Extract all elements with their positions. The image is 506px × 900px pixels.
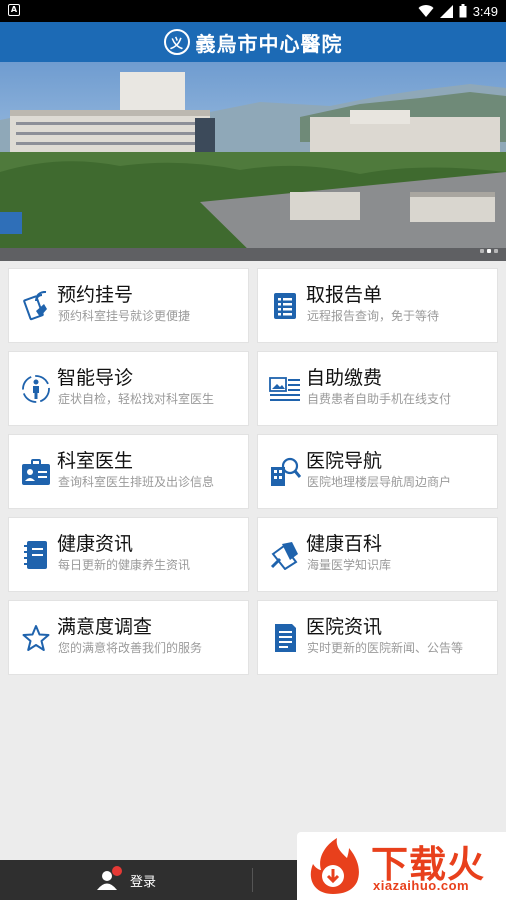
service-title: 医院资讯 xyxy=(306,616,383,638)
hospital-logo-icon: 义 xyxy=(163,29,190,55)
status-icons: 3:49 xyxy=(418,0,498,22)
service-subtitle: 预约科室挂号就诊更便捷 xyxy=(58,309,191,323)
service-survey[interactable]: 满意度调查 您的满意将改善我们的服务 xyxy=(8,600,249,675)
status-bar: A 3:49 xyxy=(0,0,506,22)
star-icon xyxy=(19,621,53,655)
service-smart-guide[interactable]: 智能导诊 症状自检，轻松找对科室医生 xyxy=(8,351,249,426)
service-hospital-news[interactable]: 医院资讯 实时更新的医院新闻、公告等 xyxy=(257,600,498,675)
notebook-icon xyxy=(19,538,53,572)
service-title: 健康百科 xyxy=(306,533,383,555)
service-title: 医院导航 xyxy=(306,450,383,472)
wifi-icon xyxy=(418,4,434,17)
service-navigation[interactable]: 医院导航 医院地理楼层导航周边商户 xyxy=(257,434,498,509)
service-title: 科室医生 xyxy=(57,450,134,472)
notification-icon: A xyxy=(8,4,20,16)
service-title: 满意度调查 xyxy=(57,616,153,638)
doctor-badge-icon xyxy=(19,455,53,489)
service-title: 智能导诊 xyxy=(57,367,134,389)
user-icon xyxy=(96,866,122,891)
carousel-dot-active xyxy=(487,249,491,253)
battery-icon xyxy=(459,4,467,18)
hospital-photo xyxy=(0,62,506,261)
news-icon xyxy=(268,621,302,655)
flame-logo-icon xyxy=(310,838,359,894)
login-button[interactable]: 登录 xyxy=(0,860,252,900)
service-doctors[interactable]: 科室医生 查询科室医生排班及出诊信息 xyxy=(8,434,249,509)
building-search-icon xyxy=(268,455,302,489)
service-appointment[interactable]: 预约挂号 预约科室挂号就诊更便捷 xyxy=(8,268,249,343)
carousel-dot xyxy=(480,249,484,253)
service-title: 自助缴费 xyxy=(306,367,383,389)
service-self-pay[interactable]: 自助缴费 自费患者自助手机在线支付 xyxy=(257,351,498,426)
banner-carousel[interactable] xyxy=(0,62,506,261)
login-label: 登录 xyxy=(129,874,156,890)
service-title: 预约挂号 xyxy=(57,284,134,306)
page-title: 義烏市中心醫院 xyxy=(195,31,343,56)
app-header: 义 義烏市中心醫院 xyxy=(0,22,506,62)
service-health-news[interactable]: 健康资讯 每日更新的健康养生资讯 xyxy=(8,517,249,592)
service-subtitle: 症状自检，轻松找对科室医生 xyxy=(58,392,215,406)
document-icon xyxy=(268,289,302,323)
phone-hand-icon xyxy=(19,289,53,323)
service-subtitle: 医院地理楼层导航周边商户 xyxy=(307,475,452,489)
service-title: 健康资讯 xyxy=(57,533,134,555)
watermark-domain: xiazaihuo.com xyxy=(373,878,470,893)
service-subtitle: 每日更新的健康养生资讯 xyxy=(58,558,191,572)
payment-card-icon xyxy=(268,372,302,406)
carousel-indicator xyxy=(480,249,498,253)
signal-icon xyxy=(439,4,453,18)
tab-divider xyxy=(252,868,253,892)
service-subtitle: 海量医学知识库 xyxy=(307,558,392,572)
service-title: 取报告单 xyxy=(306,284,383,306)
service-report[interactable]: 取报告单 远程报告查询，免于等待 xyxy=(257,268,498,343)
watermark: 下载火 xiazaihuo.com xyxy=(297,832,506,900)
service-subtitle: 您的满意将改善我们的服务 xyxy=(58,641,203,655)
service-subtitle: 自费患者自助手机在线支付 xyxy=(307,392,452,406)
service-encyclopedia[interactable]: 健康百科 海量医学知识库 xyxy=(257,517,498,592)
carousel-dot xyxy=(494,249,498,253)
service-subtitle: 远程报告查询，免于等待 xyxy=(307,309,440,323)
body-guide-icon xyxy=(19,372,53,406)
clock: 3:49 xyxy=(472,3,498,19)
notification-badge xyxy=(111,866,122,876)
pen-paper-icon xyxy=(268,538,302,572)
service-subtitle: 实时更新的医院新闻、公告等 xyxy=(307,641,464,655)
service-subtitle: 查询科室医生排班及出诊信息 xyxy=(58,475,215,489)
